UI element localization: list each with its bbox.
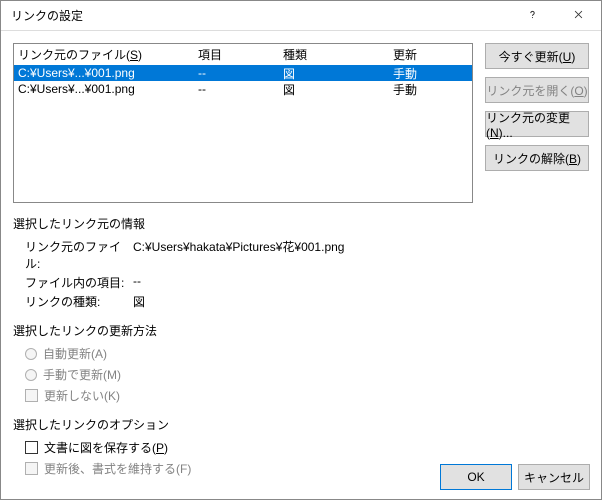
info-group: 選択したリンク元の情報 リンク元のファイル:C:¥Users¥hakata¥Pi…	[13, 215, 589, 310]
info-file-value: C:¥Users¥hakata¥Pictures¥花¥001.png	[133, 238, 344, 272]
help-icon	[527, 9, 538, 23]
links-listbox[interactable]: リンク元のファイル(S) 項目 種類 更新 C:¥Users¥...¥001.p…	[13, 43, 473, 203]
checkbox-icon	[25, 462, 38, 475]
info-type-label: リンクの種類:	[25, 293, 133, 310]
info-type-value: 図	[133, 293, 145, 310]
list-header: リンク元のファイル(S) 項目 種類 更新	[14, 44, 472, 65]
break-link-button[interactable]: リンクの解除(B)	[485, 145, 589, 171]
radio-icon	[25, 369, 37, 381]
info-title: 選択したリンク元の情報	[13, 215, 589, 232]
col-type: 種類	[283, 46, 393, 63]
cell-file: C:¥Users¥...¥001.png	[18, 66, 198, 80]
cell-item: --	[198, 82, 283, 96]
close-icon	[573, 9, 584, 23]
open-source-button[interactable]: リンク元を開く(O)	[485, 77, 589, 103]
info-item-value: --	[133, 274, 141, 291]
checkbox-icon	[25, 389, 38, 402]
help-button[interactable]	[509, 1, 555, 31]
check-save-picture[interactable]: 文書に図を保存する(P)	[25, 439, 589, 456]
cell-update: 手動	[393, 81, 463, 98]
options-title: 選択したリンクのオプション	[13, 416, 589, 433]
cell-update: 手動	[393, 65, 463, 82]
cell-file: C:¥Users¥...¥001.png	[18, 82, 198, 96]
col-file: リンク元のファイル(S)	[18, 46, 198, 63]
table-row[interactable]: C:¥Users¥...¥001.png--図手動	[14, 81, 472, 97]
checkbox-icon	[25, 441, 38, 454]
cell-item: --	[198, 66, 283, 80]
window-title: リンクの設定	[11, 7, 509, 24]
update-method-title: 選択したリンクの更新方法	[13, 322, 589, 339]
titlebar: リンクの設定	[1, 1, 601, 31]
col-update: 更新	[393, 46, 463, 63]
radio-auto: 自動更新(A)	[25, 345, 589, 362]
info-item-label: ファイル内の項目:	[25, 274, 133, 291]
update-method-group: 選択したリンクの更新方法 自動更新(A) 手動で更新(M) 更新しない(K)	[13, 322, 589, 404]
radio-icon	[25, 348, 37, 360]
table-row[interactable]: C:¥Users¥...¥001.png--図手動	[14, 65, 472, 81]
update-now-button[interactable]: 今すぐ更新(U)	[485, 43, 589, 69]
ok-button[interactable]: OK	[440, 464, 512, 490]
info-file-label: リンク元のファイル:	[25, 238, 133, 272]
radio-manual: 手動で更新(M)	[25, 366, 589, 383]
change-source-button[interactable]: リンク元の変更(N)...	[485, 111, 589, 137]
check-locked: 更新しない(K)	[25, 387, 589, 404]
cell-type: 図	[283, 65, 393, 82]
close-button[interactable]	[555, 1, 601, 31]
cancel-button[interactable]: キャンセル	[518, 464, 590, 490]
col-item: 項目	[198, 46, 283, 63]
cell-type: 図	[283, 81, 393, 98]
